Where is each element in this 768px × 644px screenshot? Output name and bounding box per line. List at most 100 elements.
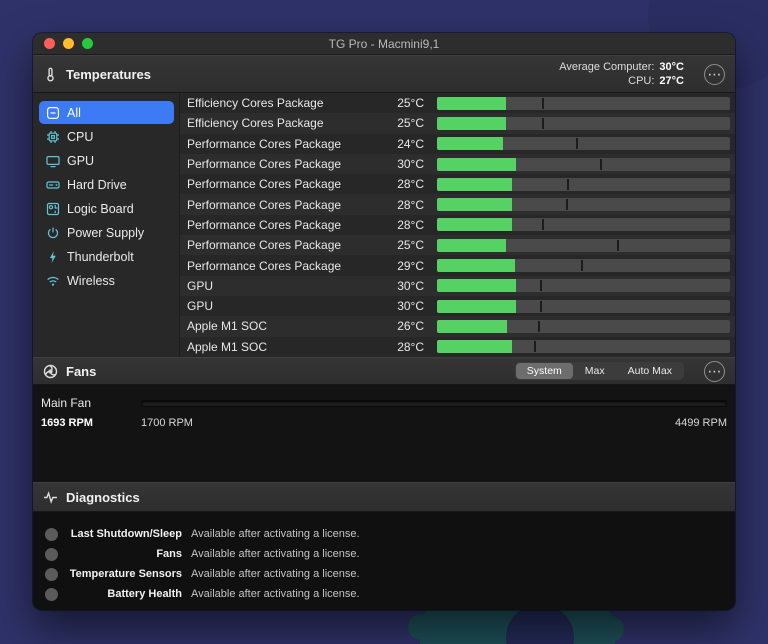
temperature-row[interactable]: Performance Cores Package 28°C	[180, 194, 735, 214]
temp-bar-tick	[534, 341, 536, 352]
temperatures-section-header: Temperatures Average Computer:30°C CPU:2…	[33, 55, 735, 93]
all-sensors-icon	[46, 106, 60, 120]
temp-bar	[437, 137, 730, 150]
temp-bar-fill	[437, 218, 512, 231]
window-titlebar[interactable]: TG Pro - Macmini9,1	[33, 33, 735, 55]
temperatures-title: Temperatures	[66, 67, 151, 82]
temperature-row[interactable]: Performance Cores Package 30°C	[180, 154, 735, 174]
temperature-row[interactable]: Efficiency Cores Package 25°C	[180, 113, 735, 133]
temp-bar	[437, 340, 730, 353]
temp-bar-tick	[567, 179, 569, 190]
cpu-stat: CPU:27°C	[628, 74, 684, 88]
fans-title: Fans	[66, 364, 96, 379]
temp-bar-tick	[566, 199, 568, 210]
sidebar-item-cpu[interactable]: CPU	[39, 125, 174, 148]
diagnostic-row-battery-health: Battery Health Available after activatin…	[45, 584, 735, 604]
cpu-label: CPU:	[628, 75, 654, 87]
diagnostic-label: Last Shutdown/Sleep	[64, 528, 182, 540]
sidebar-item-logic-board[interactable]: Logic Board	[39, 197, 174, 220]
sensor-name: Performance Cores Package	[187, 259, 382, 273]
cpu-icon	[46, 130, 60, 144]
sidebar-item-label: CPU	[67, 130, 93, 144]
temperature-list: Efficiency Cores Package 25°C Efficiency…	[179, 93, 735, 357]
sensor-temp: 26°C	[382, 319, 424, 333]
fan-mode-auto-max[interactable]: Auto Max	[617, 363, 683, 379]
temperature-row[interactable]: Performance Cores Package 28°C	[180, 215, 735, 235]
diagnostic-status: Available after activating a license.	[191, 568, 360, 580]
temp-bar-tick	[581, 260, 583, 271]
temp-bar-tick	[540, 301, 542, 312]
fan-mode-system[interactable]: System	[516, 363, 573, 379]
fan-max-rpm: 4499 RPM	[675, 417, 727, 429]
temp-bar-fill	[437, 279, 516, 292]
temp-bar-fill	[437, 300, 516, 313]
diagnostics-section-header: Diagnostics	[33, 482, 735, 512]
temp-bar-tick	[542, 118, 544, 129]
temperature-row[interactable]: Performance Cores Package 29°C	[180, 255, 735, 275]
average-computer-label: Average Computer:	[559, 61, 654, 73]
fans-more-button[interactable]: ⋯	[704, 361, 725, 382]
temperature-row[interactable]: Performance Cores Package 24°C	[180, 134, 735, 154]
diagnostic-status: Available after activating a license.	[191, 588, 360, 600]
temperature-row[interactable]: Apple M1 SOC 26°C	[180, 316, 735, 336]
sensor-temp: 28°C	[382, 198, 424, 212]
sidebar-item-label: Wireless	[67, 274, 115, 288]
sensor-temp: 29°C	[382, 259, 424, 273]
sensor-temp: 25°C	[382, 116, 424, 130]
zoom-window-button[interactable]	[82, 38, 93, 49]
temperature-row[interactable]: Efficiency Cores Package 25°C	[180, 93, 735, 113]
fans-panel: Main Fan 1693 RPM 1700 RPM 4499 RPM	[33, 385, 735, 482]
sensor-name: GPU	[187, 299, 382, 313]
sensor-temp: 28°C	[382, 340, 424, 354]
sidebar-item-gpu[interactable]: GPU	[39, 149, 174, 172]
temp-bar-fill	[437, 198, 512, 211]
temperature-row[interactable]: Performance Cores Package 28°C	[180, 174, 735, 194]
fan-name: Main Fan	[41, 396, 141, 410]
diagnostic-label: Temperature Sensors	[64, 568, 182, 580]
temp-bar-tick	[617, 240, 619, 251]
sensor-name: Efficiency Cores Package	[187, 96, 382, 110]
temp-bar-tick	[542, 98, 544, 109]
diagnostic-label: Battery Health	[64, 588, 182, 600]
diagnostic-label: Fans	[64, 548, 182, 560]
temp-bar	[437, 117, 730, 130]
sensor-temp: 24°C	[382, 137, 424, 151]
close-window-button[interactable]	[44, 38, 55, 49]
sidebar-item-all[interactable]: All	[39, 101, 174, 124]
temperature-summary: Average Computer:30°C CPU:27°C	[559, 60, 684, 88]
minimize-window-button[interactable]	[63, 38, 74, 49]
temp-bar	[437, 320, 730, 333]
fan-min-rpm: 1700 RPM	[141, 417, 193, 429]
status-dot	[45, 548, 58, 561]
sidebar-item-wireless[interactable]: Wireless	[39, 269, 174, 292]
temp-bar-fill	[437, 158, 516, 171]
fan-speed-slider[interactable]	[141, 400, 727, 407]
window-title: TG Pro - Macmini9,1	[329, 37, 440, 51]
background-mascot-hand-left	[408, 614, 434, 640]
temp-bar-fill	[437, 178, 512, 191]
sensor-name: Apple M1 SOC	[187, 340, 382, 354]
temp-bar-tick	[600, 159, 602, 170]
temp-bar	[437, 198, 730, 211]
temp-bar-tick	[540, 280, 542, 291]
sidebar-item-power-supply[interactable]: Power Supply	[39, 221, 174, 244]
temperature-row[interactable]: GPU 30°C	[180, 276, 735, 296]
fan-mode-max[interactable]: Max	[574, 363, 616, 379]
temp-bar-fill	[437, 97, 506, 110]
temp-bar	[437, 259, 730, 272]
temperature-row[interactable]: Apple M1 SOC 28°C	[180, 337, 735, 357]
sidebar-item-hard-drive[interactable]: Hard Drive	[39, 173, 174, 196]
diagnostics-title: Diagnostics	[66, 490, 140, 505]
sidebar-item-thunderbolt[interactable]: Thunderbolt	[39, 245, 174, 268]
temp-bar-fill	[437, 340, 512, 353]
app-window: TG Pro - Macmini9,1 Temperatures Average…	[33, 33, 735, 610]
sidebar-item-label: Hard Drive	[67, 178, 127, 192]
sidebar-item-label: Thunderbolt	[67, 250, 134, 264]
sidebar-item-label: Power Supply	[67, 226, 144, 240]
diagnostic-row-temperature-sensors: Temperature Sensors Available after acti…	[45, 564, 735, 584]
temperature-row[interactable]: Performance Cores Package 25°C	[180, 235, 735, 255]
temp-bar-tick	[538, 321, 540, 332]
sensor-name: Performance Cores Package	[187, 137, 382, 151]
temperature-row[interactable]: GPU 30°C	[180, 296, 735, 316]
temperatures-more-button[interactable]: ⋯	[704, 64, 725, 85]
